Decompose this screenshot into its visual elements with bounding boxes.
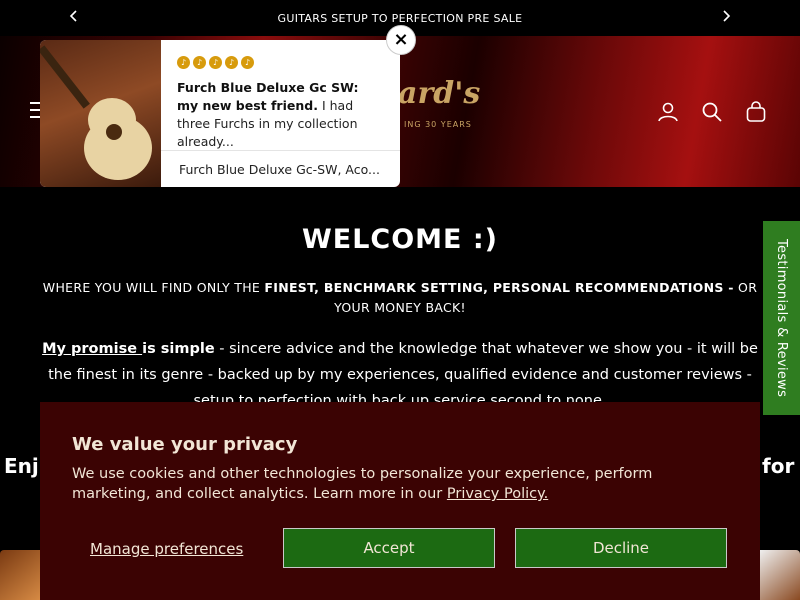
divider — [161, 150, 400, 151]
testimonials-tab-label: Testimonials & Reviews — [774, 238, 789, 398]
review-popup[interactable]: ♪ ♪ ♪ ♪ ♪ Furch Blue Deluxe Gc SW: my ne… — [40, 40, 400, 187]
manage-preferences-link[interactable]: Manage preferences — [90, 540, 243, 558]
review-body: ♪ ♪ ♪ ♪ ♪ Furch Blue Deluxe Gc SW: my ne… — [161, 40, 400, 187]
site-logo[interactable]: ard's ING 30 YEARS — [398, 70, 490, 150]
close-icon[interactable]: × — [386, 25, 416, 55]
tagline-bold: FINEST, BENCHMARK SETTING, PERSONAL RECO… — [264, 280, 734, 295]
testimonials-tab[interactable]: Testimonials & Reviews — [763, 221, 800, 415]
privacy-policy-link[interactable]: Privacy Policy. — [447, 486, 548, 502]
star-icon: ♪ — [241, 56, 254, 69]
logo-subtitle: ING 30 YEARS — [404, 120, 472, 129]
announcement-text: GUITARS SETUP TO PERFECTION PRE SALE — [277, 11, 523, 25]
promise-link[interactable]: My promise — [42, 341, 142, 357]
cookie-body: We use cookies and other technologies to… — [72, 466, 653, 502]
tagline: WHERE YOU WILL FIND ONLY THE FINEST, BEN… — [30, 278, 770, 318]
star-icon: ♪ — [225, 56, 238, 69]
review-product-link[interactable]: Furch Blue Deluxe Gc-SW, Aco... — [179, 162, 389, 177]
review-text: Furch Blue Deluxe Gc SW: my new best fri… — [177, 79, 384, 151]
product-thumbnail[interactable] — [0, 550, 40, 600]
star-icon: ♪ — [193, 56, 206, 69]
tagline-prefix: WHERE YOU WILL FIND ONLY THE — [42, 280, 265, 295]
chevron-right-icon[interactable] — [716, 8, 736, 28]
rating-stars: ♪ ♪ ♪ ♪ ♪ — [177, 56, 384, 69]
star-icon: ♪ — [177, 56, 190, 69]
enjoy-heading-left: Enj — [4, 454, 39, 478]
decline-button[interactable]: Decline — [515, 528, 727, 568]
product-image — [40, 40, 161, 187]
chevron-left-icon[interactable] — [64, 8, 84, 28]
cart-icon[interactable] — [744, 100, 768, 124]
logo-text: ard's — [398, 76, 481, 111]
search-icon[interactable] — [700, 100, 724, 124]
accept-button[interactable]: Accept — [283, 528, 495, 568]
star-icon: ♪ — [209, 56, 222, 69]
promise-bold: is simple — [142, 341, 215, 357]
cookie-title: We value your privacy — [72, 434, 298, 455]
enjoy-heading-right: for — [762, 454, 795, 478]
cookie-banner: We value your privacy We use cookies and… — [40, 402, 760, 600]
product-thumbnail[interactable] — [760, 550, 800, 600]
cookie-text: We use cookies and other technologies to… — [72, 464, 712, 504]
welcome-heading: WELCOME :) — [301, 224, 499, 255]
account-icon[interactable] — [656, 100, 680, 124]
